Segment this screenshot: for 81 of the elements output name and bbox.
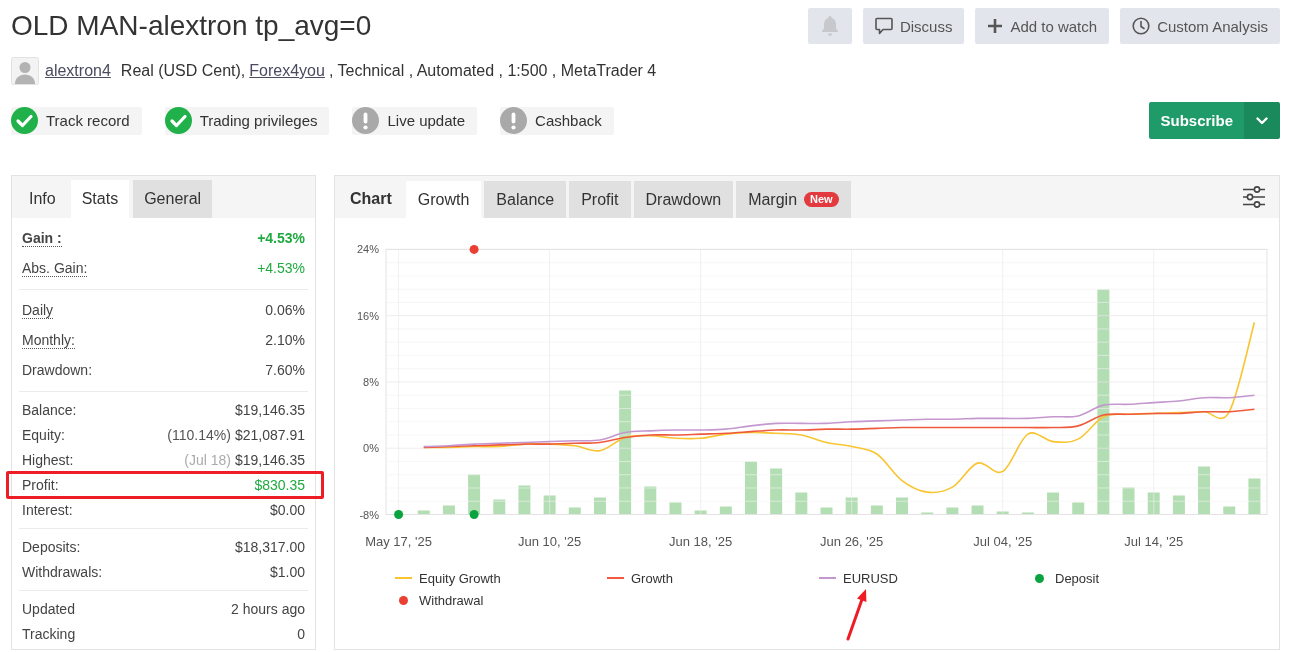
stat-label: Highest: xyxy=(22,451,74,468)
stat-label: Drawdown: xyxy=(22,362,93,378)
x-axis-label: Jul 14, '25 xyxy=(1124,534,1184,549)
stat-value: $18,317.00 xyxy=(234,538,305,555)
stat-value: $21,087.91 xyxy=(234,426,305,443)
chart-marker xyxy=(394,510,404,519)
stat-value: $1.00 xyxy=(269,563,305,580)
stat-value: $0.00 xyxy=(269,501,305,518)
chart-tab[interactable]: Balance xyxy=(484,181,567,218)
stat-label: Profit: xyxy=(22,476,59,493)
stat-value: 2 hours ago xyxy=(231,600,305,617)
page-title: OLD MAN-alextron tp_avg=0 xyxy=(11,9,372,43)
stat-note: (Jul 18) xyxy=(184,451,231,468)
chart-marker xyxy=(469,244,479,254)
stat-label: Balance: xyxy=(22,401,77,418)
speech-bubble-icon xyxy=(874,17,893,35)
y-axis-label: 16% xyxy=(356,309,379,322)
caret-icon xyxy=(1256,116,1268,125)
badge-label: Live update xyxy=(387,112,466,129)
bell-icon xyxy=(820,16,839,36)
legend-label[interactable]: Withdrawal xyxy=(419,592,484,608)
panel-tab[interactable]: General xyxy=(133,180,213,218)
account-info: Real (USD Cent), xyxy=(120,62,246,80)
y-axis-label: 0% xyxy=(363,442,379,455)
legend-label[interactable]: EURUSD xyxy=(843,570,898,586)
stat-label: Deposits: xyxy=(22,538,81,555)
y-axis-label: -8% xyxy=(359,508,379,521)
chart-marker xyxy=(469,510,479,519)
stat-label: Abs. Gain: xyxy=(22,259,88,277)
stat-label: Withdrawals: xyxy=(22,563,103,580)
x-axis-label: Jun 26, '25 xyxy=(820,534,884,549)
stat-value: 7.60% xyxy=(265,362,305,378)
legend-label[interactable]: Deposit xyxy=(1055,570,1100,586)
stat-label: Monthly: xyxy=(22,331,75,349)
settings-icon[interactable] xyxy=(1242,186,1266,208)
x-axis-label: May 17, '25 xyxy=(365,534,432,549)
stat-value: 2.10% xyxy=(265,332,305,348)
stat-label: Updated xyxy=(22,600,75,617)
stat-label: Equity: xyxy=(22,426,65,443)
stat-value: 0.06% xyxy=(265,302,305,318)
stat-label: Gain : xyxy=(22,229,62,247)
legend-label[interactable]: Equity Growth xyxy=(419,570,501,586)
stat-value: +4.53% xyxy=(257,260,305,276)
y-axis-label: 8% xyxy=(363,375,379,388)
annotation-arrow xyxy=(846,589,867,641)
stat-note: (110.14%) xyxy=(167,426,231,443)
panel-title: Info xyxy=(28,189,57,208)
x-axis-label: Jun 10, '25 xyxy=(518,534,582,549)
chart-tab[interactable]: Growth xyxy=(405,181,482,218)
x-axis-label: Jul 04, '25 xyxy=(973,534,1033,549)
chart-tab[interactable]: Drawdown xyxy=(633,181,734,218)
badge-label: Track record xyxy=(46,112,130,129)
x-axis-label: Jun 18, '25 xyxy=(669,534,733,549)
status-tag: New xyxy=(804,192,839,207)
panel-tab[interactable]: Stats xyxy=(70,180,130,218)
y-axis-label: 24% xyxy=(356,243,379,256)
stat-value: $830.35 xyxy=(254,476,305,493)
legend-label[interactable]: Growth xyxy=(631,570,673,586)
action-button[interactable]: Add to watch xyxy=(975,8,1110,44)
user-link[interactable]: alextron4 xyxy=(45,62,111,80)
account-info: , Technical , Automated , 1:500 , MetaTrader 4 xyxy=(328,62,657,80)
clock-icon xyxy=(1132,17,1151,35)
badge-label: Cashback xyxy=(535,112,602,129)
stat-value: +4.53% xyxy=(257,230,305,246)
stat-value: $19,146.35 xyxy=(234,451,305,468)
action-button[interactable]: Discuss xyxy=(862,8,965,44)
action-button[interactable]: Custom Analysis xyxy=(1120,8,1280,44)
chart-tab[interactable]: Margin New xyxy=(736,181,851,218)
stat-value: $19,146.35 xyxy=(234,401,305,418)
chart-tab[interactable]: Profit xyxy=(569,181,631,218)
broker-link[interactable]: Forex4you xyxy=(249,62,325,80)
stat-label: Tracking xyxy=(22,625,76,642)
user-icon xyxy=(11,57,39,85)
badge-label: Trading privileges xyxy=(199,112,318,129)
stat-value: 0 xyxy=(297,625,305,642)
stat-label: Daily xyxy=(22,301,54,319)
subscribe-button[interactable]: Subscribe xyxy=(1149,102,1244,139)
plus-icon xyxy=(987,18,1004,34)
dropdown-button[interactable] xyxy=(1244,102,1280,139)
stat-label: Interest: xyxy=(22,501,73,518)
panel-title: Chart xyxy=(349,189,393,208)
